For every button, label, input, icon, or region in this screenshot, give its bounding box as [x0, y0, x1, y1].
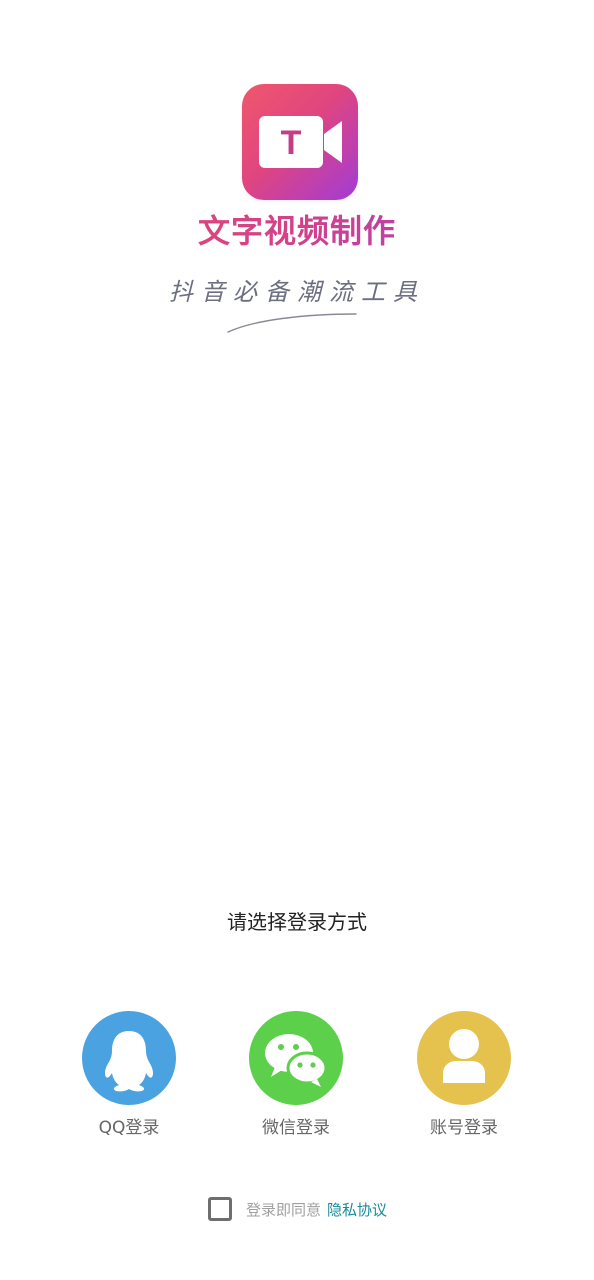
wechat-icon: [265, 1034, 328, 1087]
wechat-login-circle[interactable]: [249, 1011, 343, 1105]
agreement-checkbox[interactable]: [208, 1197, 232, 1221]
qq-login-button[interactable]: QQ登录: [59, 1011, 199, 1138]
qq-penguin-icon: [105, 1031, 153, 1092]
qq-login-circle[interactable]: [82, 1011, 176, 1105]
logo-letter: T: [281, 124, 302, 162]
agreement-text: 登录即同意: [246, 1200, 322, 1219]
agreement-row: 登录即同意 隐私协议: [208, 1194, 387, 1224]
login-screen: T 文字视频制作 抖音必备潮流工具 请选择登录方式 QQ登录 微信登录 账号登录…: [0, 0, 594, 1280]
wechat-login-button[interactable]: 微信登录: [226, 1011, 366, 1138]
account-login-label: 账号登录: [430, 1118, 498, 1138]
login-prompt: 请选择登录方式: [227, 910, 367, 934]
wechat-login-label: 微信登录: [262, 1118, 330, 1138]
user-account-icon: [443, 1029, 485, 1083]
account-login-button[interactable]: 账号登录: [394, 1011, 534, 1138]
account-login-circle[interactable]: [417, 1011, 511, 1105]
app-name: 文字视频制作: [0, 206, 594, 252]
slogan-swoosh-decoration: [227, 313, 357, 333]
qq-login-label: QQ登录: [98, 1118, 160, 1138]
app-slogan: 抖音必备潮流工具: [169, 278, 425, 306]
privacy-policy-link[interactable]: 隐私协议: [327, 1199, 387, 1220]
app-logo-icon: T: [242, 84, 358, 200]
